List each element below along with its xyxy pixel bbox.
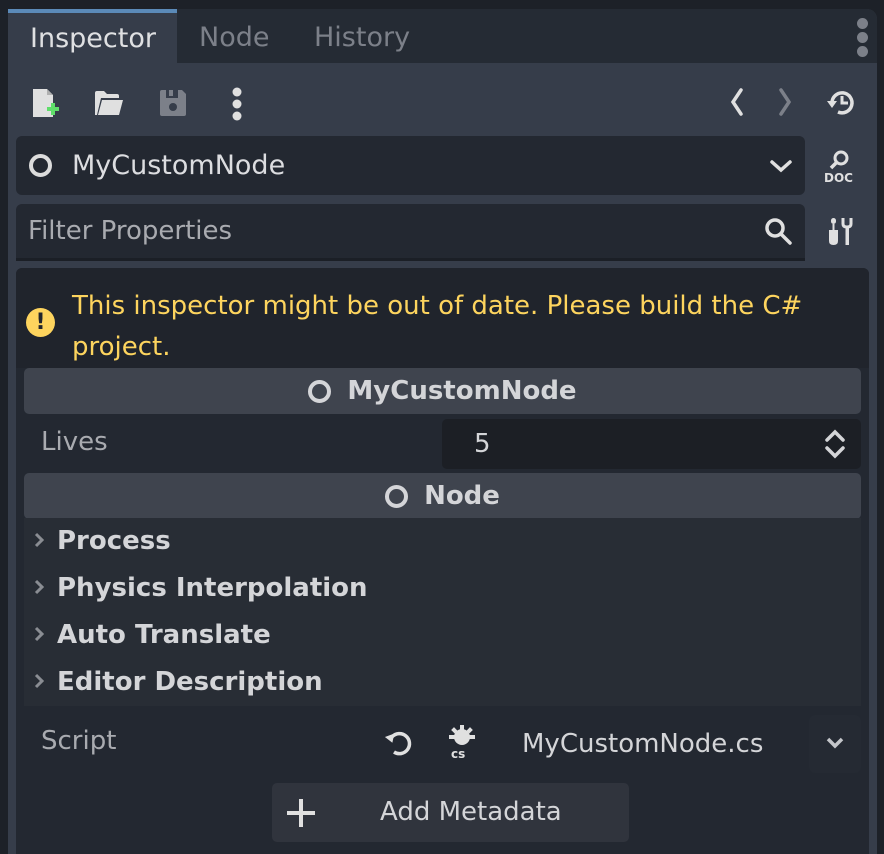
node-circle-icon: [308, 379, 332, 403]
tab-inspector[interactable]: Inspector: [8, 9, 177, 63]
tab-history[interactable]: History: [314, 9, 410, 63]
lives-value[interactable]: 5: [474, 419, 491, 469]
chevron-down-icon: [826, 737, 844, 749]
chevron-right-icon: [34, 532, 44, 548]
add-metadata-label: Add Metadata: [380, 797, 562, 827]
svg-text:DOC: DOC: [824, 171, 853, 183]
more-options-icon[interactable]: [231, 86, 243, 126]
filter-properties-input[interactable]: [28, 204, 728, 258]
object-tools-icon[interactable]: [826, 215, 856, 251]
property-script: Script cs MyCustomNode.cs: [24, 715, 861, 773]
property-label: Lives: [41, 427, 108, 457]
forward-icon[interactable]: [778, 88, 792, 120]
filter-properties[interactable]: [16, 204, 805, 261]
node-groups: Process Physics Interpolation Auto Trans…: [24, 518, 861, 706]
object-selector[interactable]: MyCustomNode: [16, 136, 805, 195]
group-auto-translate[interactable]: Auto Translate: [24, 612, 861, 658]
property-label: Script: [41, 726, 117, 756]
warning-icon: !: [26, 308, 55, 337]
tab-bar: Inspector Node History: [8, 9, 877, 63]
back-icon[interactable]: [730, 88, 744, 120]
tab-node[interactable]: Node: [199, 9, 269, 63]
new-resource-icon[interactable]: [31, 87, 61, 123]
history-icon[interactable]: [826, 89, 856, 121]
selected-object-name: MyCustomNode: [72, 150, 286, 181]
section-title: Node: [424, 481, 500, 511]
group-label: Physics Interpolation: [57, 573, 368, 603]
group-label: Auto Translate: [57, 620, 271, 650]
dock-options-icon[interactable]: [857, 18, 869, 58]
doc-help-icon[interactable]: DOC: [822, 149, 858, 187]
plus-icon: [287, 799, 315, 827]
lives-spinbox[interactable]: 5: [442, 419, 861, 469]
chevron-right-icon: [34, 579, 44, 595]
section-title: MyCustomNode: [347, 376, 577, 406]
property-lives: Lives 5: [24, 418, 861, 472]
section-header-node[interactable]: Node: [24, 473, 861, 519]
property-list: ! This inspector might be out of date. P…: [16, 268, 869, 854]
group-physics-interpolation[interactable]: Physics Interpolation: [24, 565, 861, 611]
save-icon[interactable]: [158, 88, 188, 122]
spinner-arrows-icon[interactable]: [823, 429, 847, 459]
node-circle-icon: [385, 484, 409, 508]
group-process[interactable]: Process: [24, 518, 861, 564]
group-editor-description[interactable]: Editor Description: [24, 659, 861, 705]
inspector-panel: Inspector Node History MyCustomNode DOC …: [8, 9, 877, 854]
csharp-script-icon: cs: [449, 725, 475, 759]
script-dropdown-button[interactable]: [809, 715, 861, 773]
chevron-down-icon: [770, 160, 792, 173]
search-icon: [765, 218, 792, 245]
chevron-right-icon: [34, 626, 44, 642]
group-label: Editor Description: [57, 667, 323, 697]
add-metadata-button[interactable]: Add Metadata: [272, 783, 629, 842]
group-label: Process: [57, 526, 171, 556]
revert-icon[interactable]: [384, 729, 414, 757]
svg-text:cs: cs: [451, 747, 465, 759]
open-folder-icon[interactable]: [93, 89, 125, 121]
node-circle-icon: [29, 154, 52, 177]
script-file-name[interactable]: MyCustomNode.cs: [522, 715, 763, 773]
build-warning: ! This inspector might be out of date. P…: [16, 268, 869, 368]
section-header-mycustomnode[interactable]: MyCustomNode: [24, 368, 861, 414]
warning-text: This inspector might be out of date. Ple…: [72, 291, 803, 362]
chevron-right-icon: [34, 673, 44, 689]
